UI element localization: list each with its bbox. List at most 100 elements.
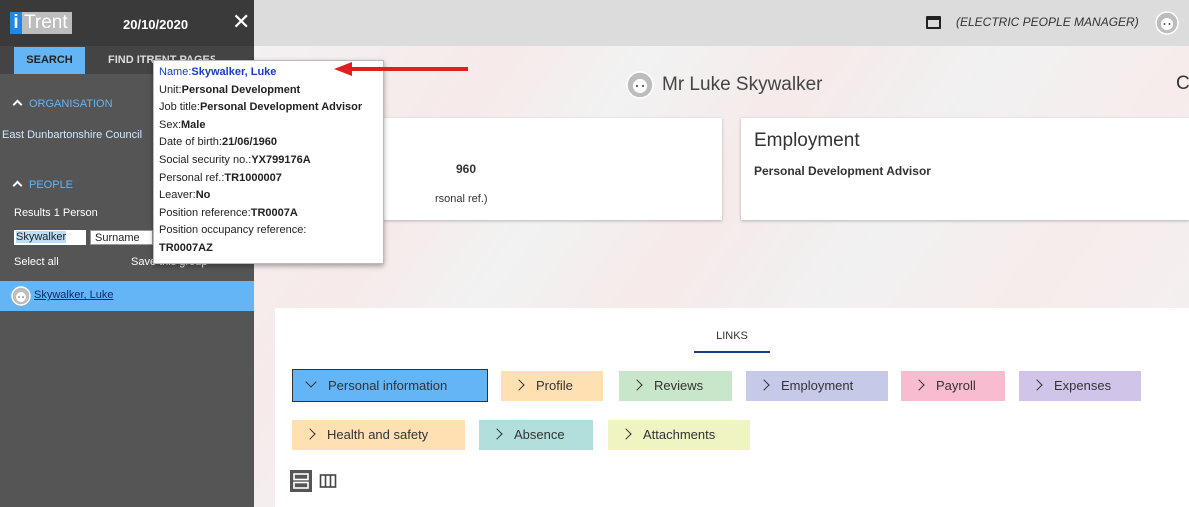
user-avatar-icon[interactable] [1155, 11, 1179, 35]
tooltip-row-unit: Unit:Personal Development [159, 82, 378, 100]
tooltip-label: Leaver: [159, 189, 196, 202]
person-header: Mr Luke Skywalker [626, 70, 823, 100]
list-view-icon[interactable] [290, 470, 312, 492]
chevron-right-icon [304, 428, 316, 440]
tooltip-value: YX799176A [251, 153, 311, 166]
link-payroll[interactable]: Payroll [901, 371, 1005, 401]
organisation-header-label: ORGANISATION [29, 98, 113, 110]
link-label: Personal information [328, 378, 448, 393]
user-role: (ELECTRIC PEOPLE MANAGER) [956, 15, 1139, 29]
personal-ref-fragment: rsonal ref.) [435, 193, 488, 205]
link-label: Employment [781, 378, 854, 393]
tooltip-row-leaver: Leaver:No [159, 187, 378, 205]
chevron-right-icon [513, 379, 525, 391]
search-input-value: Skywalker [16, 231, 67, 243]
people-filter: Skywalker Surname [14, 230, 153, 245]
link-reviews[interactable]: Reviews [619, 371, 732, 401]
chevron-right-icon [491, 428, 503, 440]
refresh-icon[interactable]: C [1176, 73, 1189, 95]
tooltip-row-personal-ref: Personal ref.:TR1000007 [159, 170, 378, 188]
link-label: Reviews [654, 378, 704, 393]
link-label: Profile [536, 378, 573, 393]
tooltip-label: Name: [159, 66, 192, 78]
tooltip-value: TR0007AZ [159, 241, 213, 254]
person-result-row[interactable]: Skywalker, Luke [0, 281, 254, 311]
link-absence[interactable]: Absence [479, 420, 593, 450]
chevron-right-icon [758, 379, 770, 391]
tooltip-label: Position occupancy reference: [159, 224, 307, 237]
link-label: Attachments [643, 427, 716, 442]
search-type-select[interactable]: Surname [90, 230, 153, 245]
session-date: 20/10/2020 [123, 17, 189, 32]
link-label: Absence [514, 427, 565, 442]
tooltip-row-dob: Date of birth:21/06/1960 [159, 134, 378, 152]
tooltip-value: Personal Development Advisor [199, 101, 363, 114]
surname-search-input[interactable]: Skywalker [14, 230, 86, 245]
tab-search[interactable]: SEARCH [14, 47, 85, 74]
tooltip-label: Unit: [159, 83, 182, 96]
tooltip-label: Social security no.: [159, 153, 252, 166]
tooltip-value: No [195, 189, 211, 202]
person-avatar-icon [11, 286, 31, 306]
link-expenses[interactable]: Expenses [1019, 371, 1141, 401]
link-profile[interactable]: Profile [501, 371, 603, 401]
employment-card-title: Employment [754, 130, 860, 151]
window-icon[interactable] [926, 16, 941, 29]
employment-job-title: Personal Development Advisor [754, 164, 931, 178]
tooltip-value: Male [181, 118, 206, 131]
person-avatar-icon [626, 71, 654, 99]
select-all-link[interactable]: Select all [14, 256, 59, 268]
people-section-header[interactable]: PEOPLE [12, 177, 74, 193]
tooltip-label: Date of birth: [159, 136, 222, 149]
results-count: Results 1 Person [14, 207, 98, 219]
view-toggle [290, 470, 338, 492]
chevron-right-icon [1031, 379, 1043, 391]
chevron-up-icon [12, 180, 23, 191]
person-details-tooltip: Name:Skywalker, Luke Unit:Personal Devel… [153, 60, 384, 264]
main-content: Mr Luke Skywalker C 960 rsonal ref.) Emp… [254, 46, 1189, 507]
tooltip-value: TR0007A [250, 206, 298, 219]
itrent-logo: i Trent [10, 12, 72, 34]
logo-i: i [10, 12, 22, 34]
close-icon[interactable]: ✕ [232, 11, 250, 33]
personal-summary-card[interactable]: 960 rsonal ref.) [354, 118, 722, 220]
logo-bar: i Trent 20/10/2020 ✕ [0, 0, 254, 46]
tooltip-value: TR1000007 [224, 171, 282, 184]
tooltip-label: Position reference: [159, 206, 251, 219]
tooltip-row-position-ref: Position reference:TR0007A [159, 205, 378, 223]
links-tab[interactable]: LINKS [694, 330, 770, 353]
chevron-right-icon [620, 428, 632, 440]
tooltip-label: Personal ref.: [159, 171, 225, 184]
chevron-right-icon [631, 379, 643, 391]
tooltip-label: Job title: [159, 101, 200, 114]
links-panel: LINKS Personal information Profile Revie… [275, 308, 1189, 507]
organisation-section-header[interactable]: ORGANISATION [12, 96, 113, 112]
link-label: Health and safety [327, 427, 429, 442]
tooltip-row-occupancy-ref-value: TR0007AZ [159, 240, 378, 258]
tooltip-value: 21/06/1960 [221, 136, 278, 149]
tooltip-row-ssn: Social security no.:YX799176A [159, 152, 378, 170]
tooltip-value: Personal Development [181, 83, 301, 96]
tooltip-label: Sex: [159, 118, 182, 131]
tooltip-value: Skywalker, Luke [191, 66, 277, 78]
tooltip-row-sex: Sex:Male [159, 117, 378, 135]
chevron-right-icon [913, 379, 925, 391]
people-header-label: PEOPLE [29, 179, 74, 191]
chevron-down-icon [305, 376, 317, 388]
person-result-name: Skywalker, Luke [34, 289, 114, 301]
top-bar: (ELECTRIC PEOPLE MANAGER) [254, 0, 1189, 46]
link-label: Expenses [1054, 378, 1112, 393]
logo-text: Trent [22, 12, 72, 34]
link-health-and-safety[interactable]: Health and safety [292, 420, 465, 450]
link-attachments[interactable]: Attachments [608, 420, 750, 450]
link-personal-information[interactable]: Personal information [292, 369, 488, 402]
tooltip-row-occupancy-ref-label: Position occupancy reference: [159, 222, 378, 240]
link-label: Payroll [936, 378, 976, 393]
chevron-up-icon [12, 99, 23, 110]
employment-card[interactable]: Employment Personal Development Advisor [741, 118, 1189, 220]
column-view-icon[interactable] [318, 471, 338, 491]
annotation-arrow-icon [334, 62, 468, 76]
person-title: Mr Luke Skywalker [662, 74, 823, 95]
tooltip-row-job-title: Job title:Personal Development Advisor [159, 99, 378, 117]
link-employment[interactable]: Employment [746, 371, 888, 401]
